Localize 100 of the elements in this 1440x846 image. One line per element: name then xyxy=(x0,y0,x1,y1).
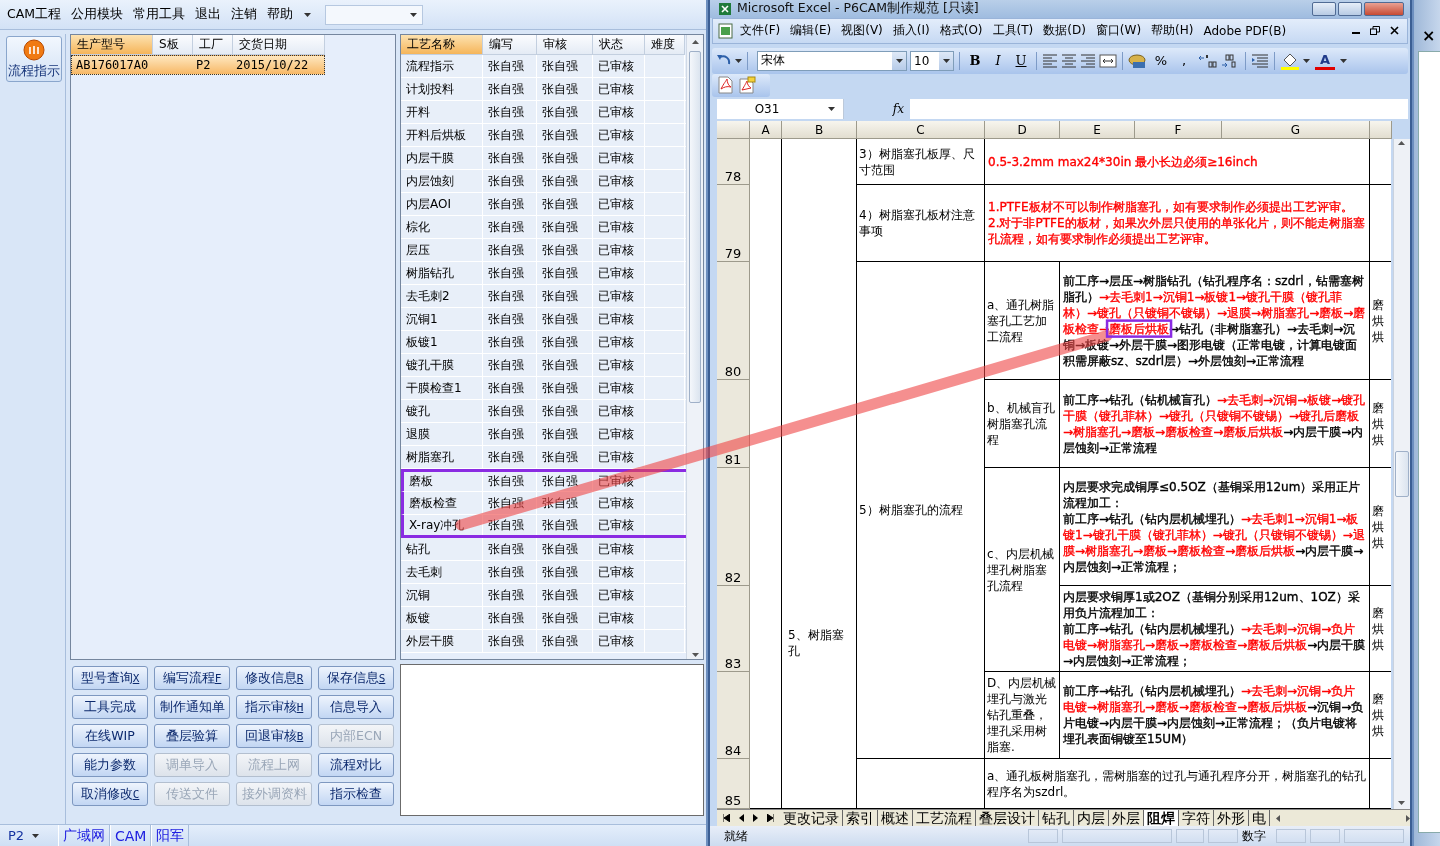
table-row[interactable]: 镀孔 张自强 张自强 已审核 xyxy=(401,400,686,423)
restore-icon[interactable] xyxy=(1370,26,1380,36)
column-header[interactable]: 工艺名称 xyxy=(401,35,483,55)
scrollbar[interactable] xyxy=(686,35,703,659)
pdf-icon[interactable] xyxy=(716,76,734,95)
format-button[interactable]: % xyxy=(1151,50,1171,71)
menu-item[interactable]: 文件(F) xyxy=(735,22,786,40)
function-label[interactable]: fx xyxy=(844,99,910,120)
sidebar-button[interactable]: 流程指示 xyxy=(6,36,62,82)
column-header[interactable]: D xyxy=(985,121,1060,140)
format-button[interactable]: , xyxy=(1174,50,1194,71)
bold-button[interactable]: B xyxy=(965,50,985,71)
first-sheet-icon[interactable] xyxy=(723,814,730,823)
column-header[interactable]: F xyxy=(1135,121,1222,140)
column-header[interactable]: 生产型号 xyxy=(71,35,153,55)
font-color-button[interactable]: A xyxy=(1315,51,1335,70)
row-header[interactable]: 79 xyxy=(717,185,750,263)
action-button[interactable]: 信息导入 xyxy=(318,695,394,719)
menu-item[interactable]: 格式(O) xyxy=(934,22,988,40)
table-row[interactable]: 干膜检查1 张自强 张自强 已审核 xyxy=(401,377,686,400)
column-header[interactable]: 状态 xyxy=(593,35,645,55)
sheet-tab[interactable]: 电 xyxy=(1249,810,1270,827)
menu-item[interactable]: 工具(T) xyxy=(987,22,1039,40)
action-button[interactable]: 工具完成 xyxy=(72,695,148,719)
table-row[interactable]: 计划投料 张自强 张自强 已审核 xyxy=(401,78,686,101)
menu-item[interactable]: 插入(I) xyxy=(887,22,935,40)
table-row[interactable]: X-ray冲孔 张自强 张自强 已审核 xyxy=(401,515,686,538)
sheet-tab[interactable]: 索引 xyxy=(843,810,878,827)
table-row[interactable]: 退膜 张自强 张自强 已审核 xyxy=(401,423,686,446)
column-header[interactable]: B xyxy=(782,121,857,140)
table-row[interactable]: 流程指示 张自强 张自强 已审核 xyxy=(401,55,686,78)
scroll-down-icon[interactable] xyxy=(1398,801,1405,806)
align-left-icon[interactable] xyxy=(1042,52,1058,69)
select-all-corner[interactable] xyxy=(717,121,750,140)
column-header[interactable]: G xyxy=(1222,121,1370,140)
sheet-tab[interactable]: 字符 xyxy=(1179,810,1214,827)
indent-icon[interactable] xyxy=(1251,52,1269,69)
action-button[interactable]: 取消修改C xyxy=(72,782,148,806)
next-sheet-icon[interactable] xyxy=(753,814,758,823)
table-row[interactable]: 镀孔干膜 张自强 张自强 已审核 xyxy=(401,354,686,377)
column-header[interactable]: A xyxy=(750,121,782,140)
fill-color-icon[interactable] xyxy=(1280,51,1300,70)
table-row[interactable]: 内层AOI 张自强 张自强 已审核 xyxy=(401,193,686,216)
column-header[interactable]: S板 xyxy=(153,35,193,55)
row-header[interactable]: 85 xyxy=(717,759,750,810)
font-size-field[interactable]: 10 xyxy=(910,50,954,71)
menu-item[interactable]: 视图(V) xyxy=(836,22,888,40)
action-button[interactable]: 能力参数 xyxy=(72,753,148,777)
merge-center-icon[interactable] xyxy=(1099,52,1117,69)
increase-decimal-icon[interactable] xyxy=(1197,52,1217,69)
scroll-thumb[interactable] xyxy=(1395,451,1409,498)
close-icon[interactable] xyxy=(1390,26,1399,36)
action-button[interactable]: 回退审核B xyxy=(236,724,312,748)
action-button[interactable]: 保存信息S xyxy=(318,666,394,690)
table-row[interactable]: 去毛刺 张自强 张自强 已审核 xyxy=(401,561,686,584)
row-header[interactable]: 81 xyxy=(717,380,750,469)
action-button[interactable]: 指示检查 xyxy=(318,782,394,806)
scrollbar[interactable] xyxy=(1270,810,1410,827)
sheet-tab[interactable]: 更改记录 xyxy=(780,810,843,827)
column-header[interactable]: 编写 xyxy=(483,35,537,55)
table-row[interactable]: 层压 张自强 张自强 已审核 xyxy=(401,239,686,262)
menu-item[interactable]: Adobe PDF(B) xyxy=(1198,23,1292,38)
menu-item[interactable]: 窗口(W) xyxy=(1090,22,1147,40)
menu-item[interactable]: 公用模块 xyxy=(66,6,129,23)
row-header[interactable]: 78 xyxy=(717,139,750,186)
table-row[interactable]: 沉铜 张自强 张自强 已审核 xyxy=(401,584,686,607)
scrollbar[interactable] xyxy=(1393,139,1410,810)
table-row[interactable]: 内层干膜 张自强 张自强 已审核 xyxy=(401,147,686,170)
row-header[interactable]: 83 xyxy=(717,586,750,673)
table-row[interactable]: 板镀1 张自强 张自强 已审核 xyxy=(401,331,686,354)
align-center-icon[interactable] xyxy=(1061,52,1077,69)
scroll-up-icon[interactable] xyxy=(691,40,699,44)
font-name-field[interactable]: 宋体 xyxy=(757,50,907,71)
column-header[interactable]: 难度 xyxy=(645,35,685,55)
action-button[interactable]: 编写流程F xyxy=(154,666,230,690)
menu-item[interactable]: 帮助(H) xyxy=(1146,22,1199,40)
table-row[interactable]: 外层干膜 张自强 张自强 已审核 xyxy=(401,630,686,653)
column-header[interactable]: 工厂 xyxy=(193,35,233,55)
table-row[interactable]: 树脂塞孔 张自强 张自强 已审核 xyxy=(401,446,686,469)
action-button[interactable]: 修改信息R xyxy=(236,666,312,690)
table-row[interactable]: 板镀 张自强 张自强 已审核 xyxy=(401,607,686,630)
column-header[interactable]: 审核 xyxy=(537,35,593,55)
table-row[interactable]: AB176017A0 P2 2015/10/22 xyxy=(71,55,325,75)
minimize-button[interactable] xyxy=(1312,1,1336,16)
table-row[interactable]: 内层蚀刻 张自强 张自强 已审核 xyxy=(401,170,686,193)
menu-item[interactable]: 帮助 xyxy=(262,6,299,23)
action-button[interactable]: 叠层验算 xyxy=(154,724,230,748)
menu-item[interactable]: 编辑(E) xyxy=(785,22,837,40)
underline-button[interactable]: U xyxy=(1011,50,1031,71)
pdf-review-icon[interactable] xyxy=(738,76,756,95)
menu-item[interactable]: 数据(D) xyxy=(1038,22,1091,40)
site-dropdown[interactable]: P2 xyxy=(0,825,58,846)
column-header[interactable] xyxy=(1370,121,1392,140)
action-button[interactable]: 流程对比 xyxy=(318,753,394,777)
menu-item[interactable]: CAM工程 xyxy=(2,6,67,23)
currency-icon[interactable] xyxy=(1128,51,1148,70)
action-button[interactable]: 制作通知单 xyxy=(154,695,230,719)
sheet-tab[interactable]: 工艺流程 xyxy=(913,810,976,827)
table-row[interactable]: 磨板检查 张自强 张自强 已审核 xyxy=(401,492,686,515)
maximize-button[interactable] xyxy=(1338,1,1362,16)
